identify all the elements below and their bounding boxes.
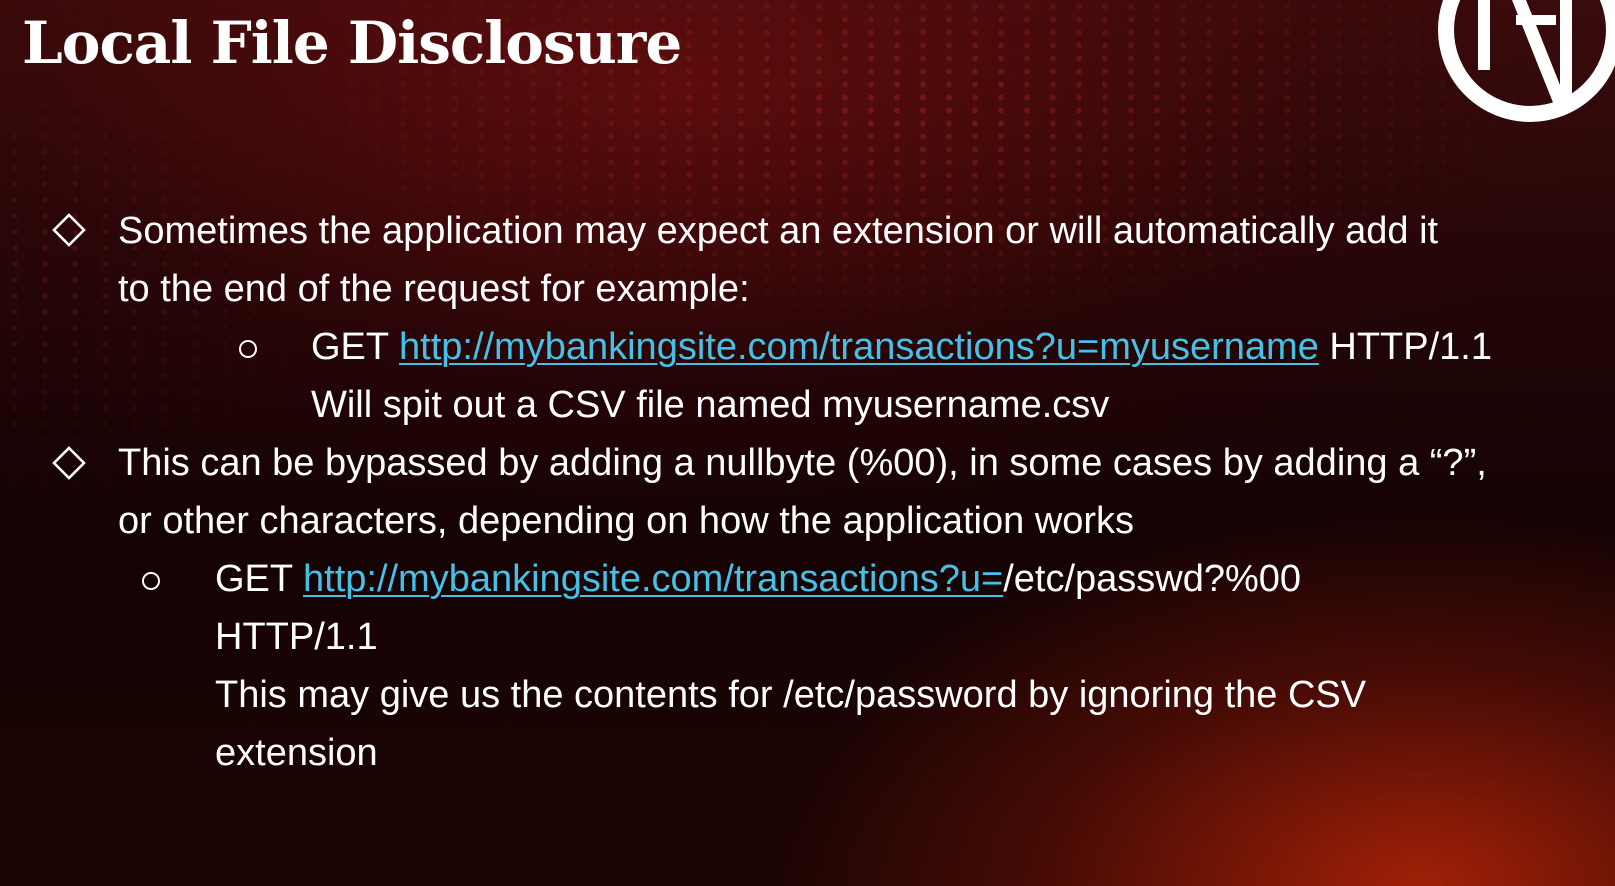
http-method: GET bbox=[215, 558, 293, 600]
bullet-1-line-2: to the end of the request for example: bbox=[118, 268, 750, 310]
request-payload: /etc/passwd?%00 bbox=[1003, 558, 1302, 600]
sub-bullet-2-note-line-2: extension bbox=[215, 732, 378, 774]
sub-bullet-2-note-line-1: This may give us the contents for /etc/p… bbox=[215, 674, 1367, 716]
http-version: HTTP/1.1 bbox=[1329, 326, 1493, 368]
request-url-link[interactable]: http://mybankingsite.com/transactions?u=… bbox=[399, 326, 1319, 368]
circle-bullet-icon bbox=[142, 572, 160, 590]
sub-bullet-2-request: GET http://mybankingsite.com/transaction… bbox=[215, 550, 1301, 608]
diamond-bullet-icon bbox=[52, 213, 86, 247]
diamond-bullet-icon bbox=[52, 446, 86, 480]
slide: Local File Disclosure Sometimes the appl… bbox=[0, 0, 1615, 886]
bullet-2-line-1: This can be bypassed by adding a nullbyt… bbox=[118, 442, 1487, 484]
sub-bullet-1-note: Will spit out a CSV file named myusernam… bbox=[311, 384, 1110, 426]
bullet-2-line-2: or other characters, depending on how th… bbox=[118, 500, 1135, 542]
request-url-link[interactable]: http://mybankingsite.com/transactions?u= bbox=[303, 558, 1003, 600]
slide-content: Sometimes the application may expect an … bbox=[0, 0, 1615, 886]
sub-bullet-2-http-version: HTTP/1.1 bbox=[215, 616, 378, 658]
circle-bullet-icon bbox=[239, 340, 257, 358]
bullet-1-line-1: Sometimes the application may expect an … bbox=[118, 210, 1439, 252]
sub-bullet-1-request: GET http://mybankingsite.com/transaction… bbox=[311, 318, 1492, 376]
http-method: GET bbox=[311, 326, 389, 368]
